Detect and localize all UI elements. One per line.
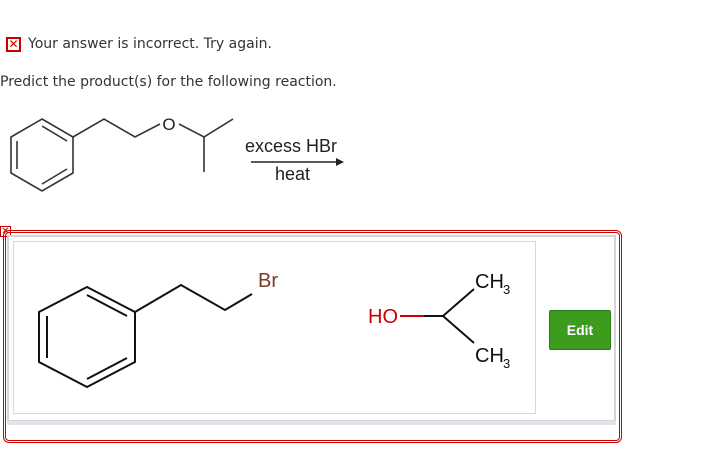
reactant-structure — [10, 118, 234, 192]
close-icon: ✕ — [6, 36, 21, 52]
product2-structure — [400, 288, 475, 344]
answer-drawing-canvas: Br HO CH 3 CH 3 — [13, 241, 536, 414]
methyl-bottom-subscript: 3 — [503, 356, 510, 371]
edit-button[interactable]: Edit — [549, 310, 611, 350]
methyl-bottom: CH — [475, 345, 504, 367]
product2-hydroxyl: HO — [368, 306, 398, 328]
answer-box-footer — [7, 421, 616, 425]
reactant-oxygen: O — [162, 115, 175, 134]
product1-bromine: Br — [258, 270, 278, 292]
methyl-top-subscript: 3 — [503, 282, 510, 297]
feedback-message: ✕ Your answer is incorrect. Try again. — [6, 34, 272, 54]
reagent-label: excess HBr — [245, 136, 338, 156]
answer-structures: Br HO CH 3 CH 3 — [38, 270, 510, 389]
condition-label: heat — [275, 164, 311, 184]
feedback-text: Your answer is incorrect. Try again. — [28, 36, 272, 52]
methyl-top: CH — [475, 271, 504, 293]
reaction-arrowhead — [336, 158, 344, 166]
question-prompt: Predict the product(s) for the following… — [0, 74, 337, 90]
product1-structure — [38, 283, 253, 389]
